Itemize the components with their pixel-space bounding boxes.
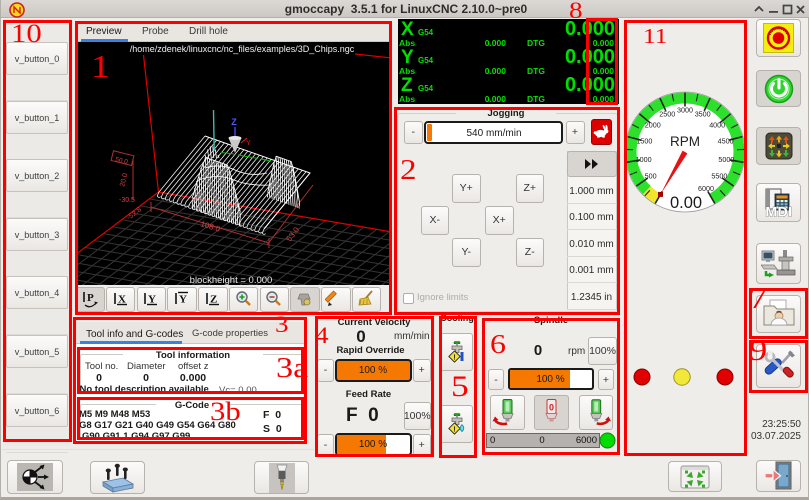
svg-text:MDI: MDI: [765, 203, 792, 218]
